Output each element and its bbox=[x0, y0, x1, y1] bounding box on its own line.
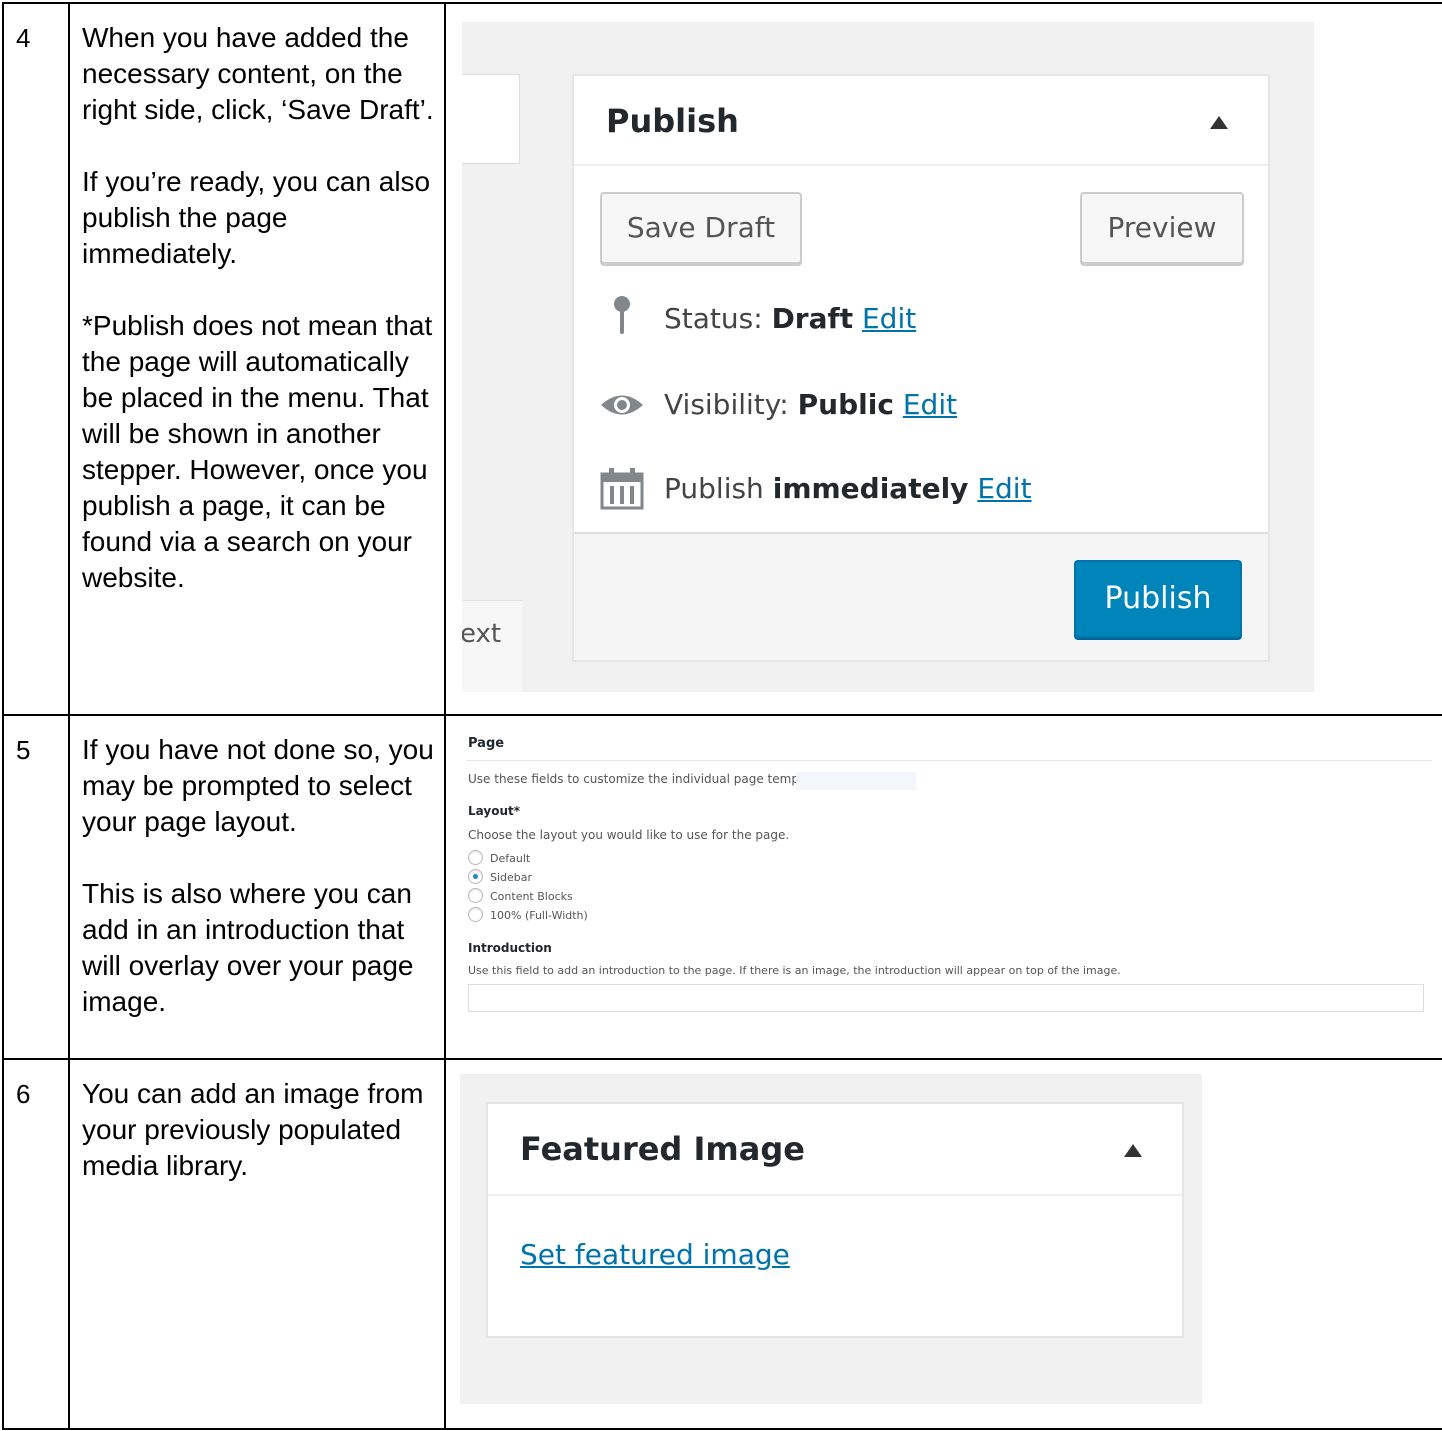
page-section-desc: Use these fields to customize the indivi… bbox=[468, 772, 826, 786]
introduction-label: Introduction bbox=[468, 941, 552, 955]
introduction-desc: Use this field to add an introduction to… bbox=[468, 964, 1121, 977]
schedule-edit-link[interactable]: Edit bbox=[977, 472, 1031, 505]
radio-button-checked[interactable] bbox=[468, 869, 483, 884]
publish-screenshot: ext Publish Save Draft Preview Status: D… bbox=[462, 22, 1314, 692]
radio-label: Sidebar bbox=[490, 871, 533, 884]
radio-label: 100% (Full-Width) bbox=[490, 909, 588, 922]
schedule-label: Publish bbox=[664, 472, 764, 505]
page-fields-screenshot: Page Use these fields to customize the i… bbox=[466, 730, 1436, 1040]
instruction-paragraph: If you’re ready, you can also publish th… bbox=[82, 166, 431, 269]
publish-actions: Publish bbox=[574, 532, 1268, 660]
layout-desc: Choose the layout you would like to use … bbox=[468, 828, 790, 842]
text-tab-label: ext bbox=[462, 619, 502, 649]
page-section-title: Page bbox=[468, 736, 505, 751]
instruction-paragraph: You can add an image from your previousl… bbox=[82, 1078, 424, 1181]
status-row: Status: Draft Edit bbox=[600, 294, 1260, 344]
featured-image-screenshot: Featured Image Set featured image bbox=[460, 1074, 1202, 1404]
layout-label: Layout* bbox=[468, 804, 520, 818]
publish-metabox: Publish Save Draft Preview Status: Draft bbox=[572, 74, 1270, 662]
schedule-row: Publish immediately Edit bbox=[600, 464, 1260, 514]
instruction-paragraph: This is also where you can add in an int… bbox=[82, 878, 414, 1017]
caret-up-icon[interactable] bbox=[1124, 1144, 1142, 1157]
divider bbox=[466, 760, 1432, 761]
table-border bbox=[68, 1060, 70, 1428]
publish-button[interactable]: Publish bbox=[1074, 560, 1242, 638]
caret-up-icon[interactable] bbox=[1210, 116, 1228, 129]
table-border bbox=[2, 716, 4, 1058]
visibility-edit-link[interactable]: Edit bbox=[903, 388, 957, 421]
table-border bbox=[444, 4, 446, 714]
introduction-input[interactable] bbox=[468, 984, 1424, 1012]
instruction-paragraph: When you have added the necessary conten… bbox=[82, 22, 434, 125]
step-number: 5 bbox=[16, 735, 31, 765]
radio-button[interactable] bbox=[468, 888, 483, 903]
visibility-label: Visibility: bbox=[664, 388, 789, 421]
radio-button[interactable] bbox=[468, 850, 483, 865]
status-value: Draft bbox=[771, 302, 854, 335]
step-row-4: 4 When you have added the necessary cont… bbox=[2, 2, 1442, 714]
featured-image-title: Featured Image bbox=[520, 1130, 805, 1168]
pin-icon bbox=[600, 294, 644, 344]
featured-image-header[interactable]: Featured Image bbox=[488, 1104, 1182, 1196]
table-border bbox=[444, 1060, 446, 1428]
step-number: 6 bbox=[16, 1079, 31, 1109]
visibility-value: Public bbox=[797, 388, 894, 421]
save-draft-button[interactable]: Save Draft bbox=[600, 192, 802, 264]
step-instructions: When you have added the necessary conten… bbox=[82, 20, 442, 632]
text-tab-edge: ext bbox=[462, 600, 522, 692]
status-edit-link[interactable]: Edit bbox=[862, 302, 916, 335]
faded-tooltip bbox=[796, 772, 916, 790]
status-label: Status: bbox=[664, 302, 763, 335]
visibility-row: Visibility: Public Edit bbox=[600, 380, 1260, 430]
table-border bbox=[68, 4, 70, 714]
table-border bbox=[2, 1060, 4, 1428]
set-featured-image-link[interactable]: Set featured image bbox=[520, 1238, 790, 1271]
table-border bbox=[444, 716, 446, 1058]
table-border bbox=[2, 4, 4, 714]
title-input-edge bbox=[462, 74, 520, 164]
step-instructions: If you have not done so, you may be prom… bbox=[82, 732, 442, 1056]
eye-icon bbox=[600, 380, 644, 430]
radio-button[interactable] bbox=[468, 907, 483, 922]
step-instructions: You can add an image from your previousl… bbox=[82, 1076, 442, 1220]
radio-label: Default bbox=[490, 852, 531, 865]
instruction-paragraph: If you have not done so, you may be prom… bbox=[82, 734, 434, 837]
publish-title: Publish bbox=[606, 102, 739, 140]
instruction-paragraph: *Publish does not mean that the page wil… bbox=[82, 310, 433, 593]
step-number: 4 bbox=[16, 23, 31, 53]
calendar-icon bbox=[600, 464, 644, 514]
radio-label: Content Blocks bbox=[490, 890, 573, 903]
table-border bbox=[68, 716, 70, 1058]
schedule-value: immediately bbox=[772, 472, 969, 505]
publish-header[interactable]: Publish bbox=[574, 76, 1268, 166]
preview-button[interactable]: Preview bbox=[1080, 192, 1244, 264]
featured-image-metabox: Featured Image Set featured image bbox=[486, 1102, 1184, 1338]
